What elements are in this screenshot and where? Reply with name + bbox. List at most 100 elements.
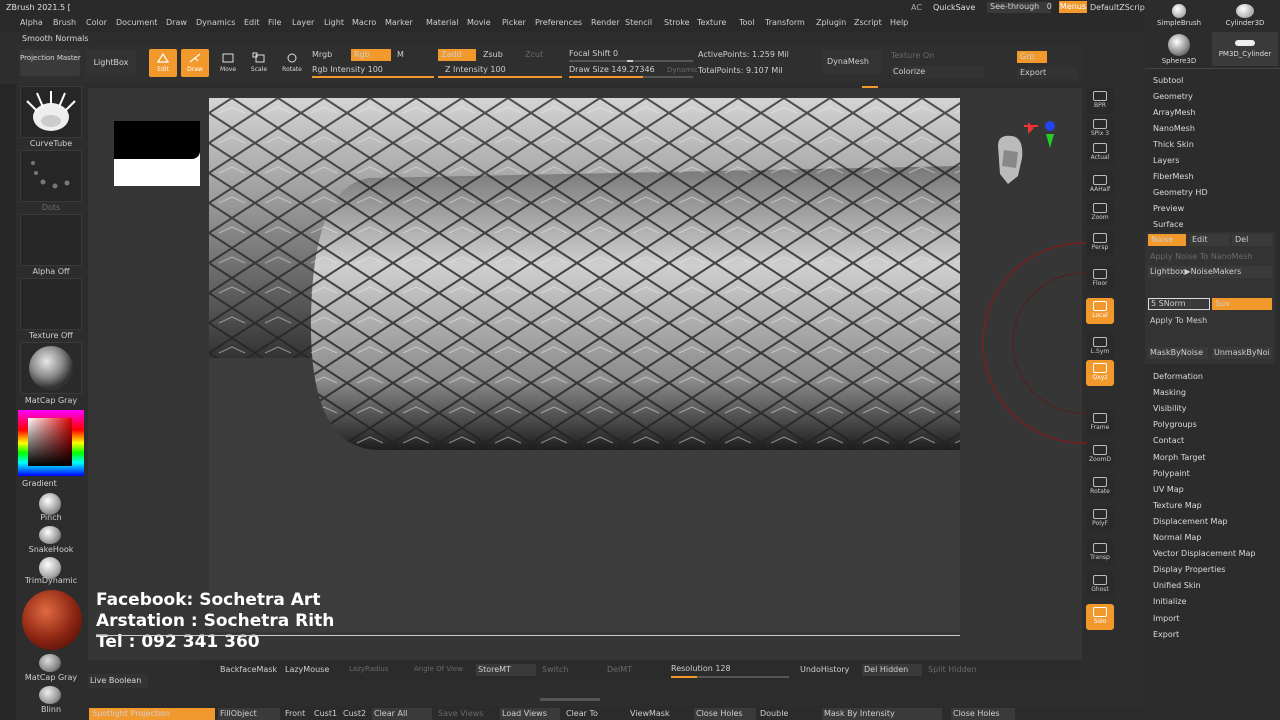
menu-dynamics[interactable]: Dynamics [196,18,235,27]
default-zscript-button[interactable]: DefaultZScript [1090,3,1148,13]
view-button-ghost[interactable]: Ghost [1086,572,1114,598]
backfacemask-button[interactable]: BackfaceMask [220,664,277,676]
dots-stroke-thumb[interactable] [20,150,82,202]
tray-item-display-properties[interactable]: Display Properties [1153,565,1225,574]
tray-item-subtool[interactable]: Subtool [1153,76,1183,85]
tray-item-masking[interactable]: Masking [1153,388,1186,397]
snakehook-brush-icon[interactable] [39,526,61,544]
edit-mode-button[interactable]: Edit [149,49,177,77]
move-mode-button[interactable]: Move [214,49,242,77]
color-square[interactable] [28,418,72,466]
view-button-solo[interactable]: Solo [1086,604,1114,630]
del-hidden-button[interactable]: Del Hidden [862,664,922,676]
orientation-head-gizmo[interactable] [988,118,1063,208]
menus-button[interactable]: Menus [1059,1,1087,13]
menu-zscript[interactable]: Zscript [854,18,882,27]
material-thumb[interactable] [20,342,82,394]
suv-button[interactable]: Suv [1212,298,1272,310]
lazyradius-slider[interactable]: LazyRadius [349,663,388,675]
clear-all-button[interactable]: Clear All [372,708,432,720]
menu-transform[interactable]: Transform [765,18,805,27]
color-picker[interactable] [18,410,84,476]
menu-movie[interactable]: Movie [467,18,491,27]
view-button-spix-3[interactable]: SPix 3 [1086,116,1114,142]
view-button-qxyz[interactable]: Qxyz [1086,360,1114,386]
menu-document[interactable]: Document [116,18,157,27]
colorize-button[interactable]: Colorize [891,66,983,78]
projection-master-button[interactable]: Projection Master [20,50,81,76]
rotate-mode-button[interactable]: Rotate [278,49,306,77]
draw-size-slider[interactable]: Draw Size 149.27346 [569,64,655,76]
menu-material[interactable]: Material [426,18,459,27]
menu-draw[interactable]: Draw [166,18,187,27]
tray-item-texture-map[interactable]: Texture Map [1153,501,1202,510]
view-button-frame[interactable]: Frame [1086,410,1114,436]
pm3d-cylinder-tool-thumb[interactable]: PM3D_Cylinder [1212,32,1278,66]
fillobject-button[interactable]: FillObject [218,708,280,720]
tray-item-normal-map[interactable]: Normal Map [1153,533,1201,542]
clear-to-button[interactable]: Clear To [566,708,598,720]
view-button-aahalf[interactable]: AAHalf [1086,172,1114,198]
apply-noise-nanomesh-button[interactable]: Apply Noise To NanoMesh [1150,251,1253,263]
delmt-button[interactable]: DelMT [607,664,632,676]
menu-brush[interactable]: Brush [53,18,76,27]
tray-item-contact[interactable]: Contact [1153,436,1184,445]
menu-zplugin[interactable]: Zplugin [816,18,846,27]
seethrough-slider[interactable]: See-through 0 [987,2,1052,13]
live-boolean-button[interactable]: Live Boolean [88,674,148,688]
menu-picker[interactable]: Picker [502,18,526,27]
menu-alpha[interactable]: Alpha [20,18,43,27]
zadd-button[interactable]: Zadd [438,49,476,61]
tray-item-vector-displacement-map[interactable]: Vector Displacement Map [1153,549,1255,558]
mrgb-button[interactable]: Mrgb [312,49,332,61]
apply-to-mesh-button[interactable]: Apply To Mesh [1150,315,1207,327]
z-intensity-slider[interactable]: Z Intensity 100 [445,64,506,76]
bottom-scroll-handle[interactable] [540,698,600,701]
zsub-button[interactable]: Zsub [483,49,503,61]
menu-tool[interactable]: Tool [739,18,755,27]
document-canvas[interactable] [209,98,960,632]
menu-file[interactable]: File [268,18,281,27]
tray-item-polygroups[interactable]: Polygroups [1153,420,1197,429]
view-button-local[interactable]: Local [1086,298,1114,324]
undohistory-button[interactable]: UndoHistory [800,664,849,676]
menu-stroke[interactable]: Stroke [664,18,690,27]
tray-item-preview[interactable]: Preview [1153,204,1184,213]
menu-light[interactable]: Light [324,18,344,27]
menu-layer[interactable]: Layer [292,18,314,27]
menu-texture[interactable]: Texture [697,18,726,27]
lightbox-button[interactable]: LightBox [86,50,136,76]
close-holes-button-2[interactable]: Close Holes [951,708,1015,720]
tray-item-nanomesh[interactable]: NanoMesh [1153,124,1195,133]
tray-item-export[interactable]: Export [1153,630,1179,639]
view-button-bpr[interactable]: BPR [1086,88,1114,114]
noise-del-button[interactable]: Del [1232,234,1272,246]
load-views-button[interactable]: Load Views [500,708,560,720]
unmask-by-noise-button[interactable]: UnmaskByNoi [1212,347,1272,359]
noise-edit-button[interactable]: Edit [1189,234,1229,246]
draw-mode-button[interactable]: Draw [181,49,209,77]
smooth-normals-label[interactable]: Smooth Normals [22,34,89,44]
view-button-l-sym[interactable]: L.Sym [1086,334,1114,360]
matcap-gray-small-icon[interactable] [39,654,61,672]
tray-item-polypaint[interactable]: Polypaint [1153,469,1190,478]
menu-edit[interactable]: Edit [244,18,260,27]
tray-item-fibermesh[interactable]: FiberMesh [1153,172,1194,181]
mask-by-intensity-button[interactable]: Mask By Intensity [822,708,942,720]
tray-item-import[interactable]: Import [1153,614,1180,623]
texture-on-button[interactable]: Texture On [891,50,934,62]
view-button-polyf[interactable]: PolyF [1086,506,1114,532]
tray-item-geometry[interactable]: Geometry [1153,92,1193,101]
view-button-persp[interactable]: Persp [1086,230,1114,256]
cylinder3d-tool-thumb[interactable]: Cylinder3D [1212,2,1278,32]
view-button-actual[interactable]: Actual [1086,140,1114,166]
noise-button[interactable]: Noise [1148,234,1186,246]
mask-by-noise-button[interactable]: MaskByNoise [1148,347,1208,359]
grp-button[interactable]: Grp [1017,51,1047,63]
spotlight-projection-button[interactable]: Spotlight Projection [89,708,215,720]
menu-macro[interactable]: Macro [352,18,376,27]
tray-item-uv-map[interactable]: UV Map [1153,485,1184,494]
storemt-button[interactable]: StoreMT [476,664,536,676]
sphere3d-tool-thumb[interactable]: Sphere3D [1147,32,1211,66]
tray-item-displacement-map[interactable]: Displacement Map [1153,517,1227,526]
